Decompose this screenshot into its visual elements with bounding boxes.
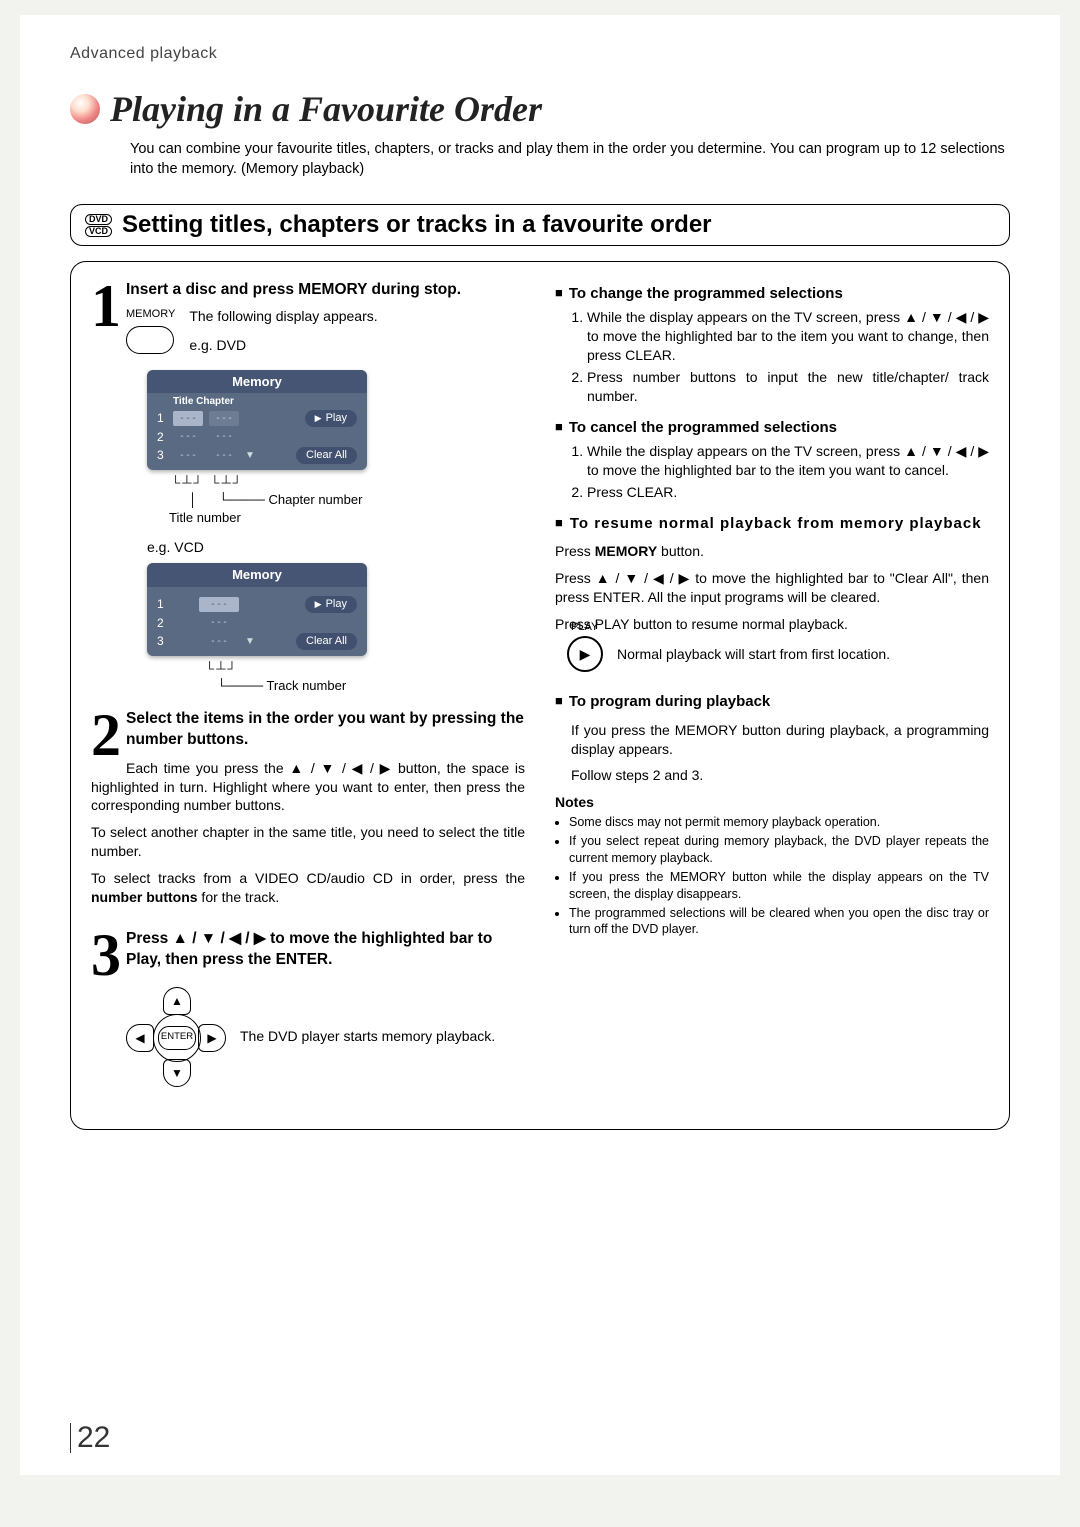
osd-play-button: ▶Play xyxy=(305,596,357,613)
osd-cell: - - - xyxy=(199,634,239,649)
page: Advanced playback Playing in a Favourite… xyxy=(20,15,1060,1475)
dvd-badge: DVD xyxy=(85,214,112,225)
list-item: While the display appears on the TV scre… xyxy=(587,308,989,365)
osd-row-num: 3 xyxy=(157,633,167,649)
change-selections-heading: To change the programmed selections xyxy=(555,284,989,304)
dpad-enter-icon: ENTER xyxy=(153,1014,201,1062)
dpad-icon: ▲ ▼ ◀ ▶ ENTER xyxy=(126,987,226,1087)
content-box: 1 Insert a disc and press MEMORY during … xyxy=(70,261,1010,1130)
vcd-badge: VCD xyxy=(85,226,112,237)
step-1-number: 1 xyxy=(91,282,121,330)
section-heading-box: DVD VCD Setting titles, chapters or trac… xyxy=(70,204,1010,246)
play-triangle-icon: ▶ xyxy=(315,412,322,424)
osd-row-num: 2 xyxy=(157,615,167,631)
osd-dvd: Memory Title Chapter 1 - - - - - - ▶Play… xyxy=(147,370,367,470)
osd-row-num: 3 xyxy=(157,447,167,463)
arrow-combo-icon: ▲ / ▼ / ◀ / ▶ xyxy=(904,309,989,325)
disc-badges: DVD VCD xyxy=(85,213,112,238)
cancel-selections-list: While the display appears on the TV scre… xyxy=(573,442,989,502)
osd-cell: - - - xyxy=(173,448,203,463)
notes-heading: Notes xyxy=(555,793,989,812)
eg-dvd-label: e.g. DVD xyxy=(189,336,377,355)
step-2-p1: Each time you press the ▲ / ▼ / ◀ / ▶ bu… xyxy=(91,759,525,816)
step-1: 1 Insert a disc and press MEMORY during … xyxy=(91,280,525,695)
osd-row-num: 1 xyxy=(157,596,167,612)
list-item: While the display appears on the TV scre… xyxy=(587,442,989,480)
osd-clear-all-button: Clear All xyxy=(296,447,357,464)
list-item: Some discs may not permit memory playbac… xyxy=(569,814,989,831)
breadcrumb: Advanced playback xyxy=(70,45,1010,63)
resume-normal-heading: To resume normal playback from memory pl… xyxy=(555,514,989,534)
memory-button-icon xyxy=(126,326,174,354)
play-button-icon: ▶ xyxy=(567,636,603,672)
vcd-note: └┴┘ └──── Track number xyxy=(147,660,525,695)
arrow-combo-icon: ▲ / ▼ / ◀ / ▶ xyxy=(289,760,392,776)
osd-vcd: Memory 1 - - - ▶Play 2 - - - xyxy=(147,563,367,655)
list-item: If you select repeat during memory playb… xyxy=(569,833,989,867)
arrow-combo-icon: ▲ / ▼ / ◀ / ▶ xyxy=(596,570,691,586)
dvd-note: └┴┘ └┴┘ │ └──── Chapter number Title num… xyxy=(147,474,525,527)
osd-vcd-header: Memory xyxy=(147,563,367,587)
program-during-heading: To program during playback xyxy=(555,692,989,712)
step-1-heading: Insert a disc and press MEMORY during st… xyxy=(91,280,525,301)
play-triangle-icon: ▶ xyxy=(315,598,322,610)
dpad-left-icon: ◀ xyxy=(126,1024,154,1052)
osd-cell: - - - xyxy=(199,615,239,630)
osd-cell-title-1: - - - xyxy=(173,411,203,426)
headline: Playing in a Favourite Order xyxy=(70,88,1010,130)
arrow-combo-icon: ▲ / ▼ / ◀ / ▶ xyxy=(173,930,266,947)
dpad-right-icon: ▶ xyxy=(198,1024,226,1052)
dpad-down-icon: ▼ xyxy=(163,1059,191,1087)
play-icon-row: PLAY ▶ Normal playback will start from f… xyxy=(555,642,989,673)
osd-cell: - - - xyxy=(209,448,239,463)
osd-clear-all-button: Clear All xyxy=(296,633,357,650)
memory-label: MEMORY xyxy=(126,307,175,322)
step-3-number: 3 xyxy=(91,931,121,979)
resume-p4: Normal playback will start from first lo… xyxy=(617,645,890,664)
resume-p1: Press MEMORY button. xyxy=(555,542,989,561)
dpad-up-icon: ▲ xyxy=(163,987,191,1015)
program-during-p1: If you press the MEMORY button during pl… xyxy=(571,721,989,759)
osd-row-num: 1 xyxy=(157,410,167,426)
page-title: Playing in a Favourite Order xyxy=(110,88,542,130)
left-column: 1 Insert a disc and press MEMORY during … xyxy=(91,280,535,1111)
osd-row-num: 2 xyxy=(157,429,167,445)
step-3-result: The DVD player starts memory playback. xyxy=(240,1027,525,1046)
title-number-label: Title number xyxy=(169,509,525,527)
bullet-sphere-icon xyxy=(70,94,100,124)
resume-p2: Press ▲ / ▼ / ◀ / ▶ to move the highligh… xyxy=(555,569,989,607)
notes-list: Some discs may not permit memory playbac… xyxy=(555,814,989,938)
program-during-p2: Follow steps 2 and 3. xyxy=(571,766,989,785)
following-display-text: The following display appears. xyxy=(189,307,377,326)
cancel-selections-heading: To cancel the programmed selections xyxy=(555,418,989,438)
osd-cell: - - - xyxy=(209,429,239,444)
osd-dvd-header: Memory xyxy=(147,370,367,394)
osd-cell: - - - xyxy=(173,429,203,444)
eg-vcd-label: e.g. VCD xyxy=(147,538,525,557)
step-2-heading: Select the items in the order you want b… xyxy=(91,709,525,751)
list-item: Press number buttons to input the new ti… xyxy=(587,368,989,406)
osd-cell-chapter-1: - - - xyxy=(209,411,239,426)
step-2: 2 Select the items in the order you want… xyxy=(91,709,525,915)
intro-text: You can combine your favourite titles, c… xyxy=(130,140,1010,179)
step-2-number: 2 xyxy=(91,711,121,759)
right-column: To change the programmed selections Whil… xyxy=(555,280,989,1111)
arrow-combo-icon: ▲ / ▼ / ◀ / ▶ xyxy=(904,443,989,459)
section-heading: Setting titles, chapters or tracks in a … xyxy=(122,211,712,239)
list-item: Press CLEAR. xyxy=(587,483,989,502)
step-3-heading: Press ▲ / ▼ / ◀ / ▶ to move the highligh… xyxy=(91,929,525,971)
osd-cell-track-1: - - - xyxy=(199,597,239,612)
step-2-p3: To select tracks from a VIDEO CD/audio C… xyxy=(91,869,525,907)
change-selections-list: While the display appears on the TV scre… xyxy=(573,308,989,405)
step-2-p2: To select another chapter in the same ti… xyxy=(91,823,525,861)
list-item: The programmed selections will be cleare… xyxy=(569,905,989,939)
osd-play-button: ▶Play xyxy=(305,410,357,427)
osd-dvd-subhead: Title Chapter xyxy=(147,393,367,409)
page-number: 22 xyxy=(70,1423,110,1453)
list-item: If you press the MEMORY button while the… xyxy=(569,869,989,903)
play-label: PLAY xyxy=(571,620,987,635)
step-3: 3 Press ▲ / ▼ / ◀ / ▶ to move the highli… xyxy=(91,929,525,1097)
